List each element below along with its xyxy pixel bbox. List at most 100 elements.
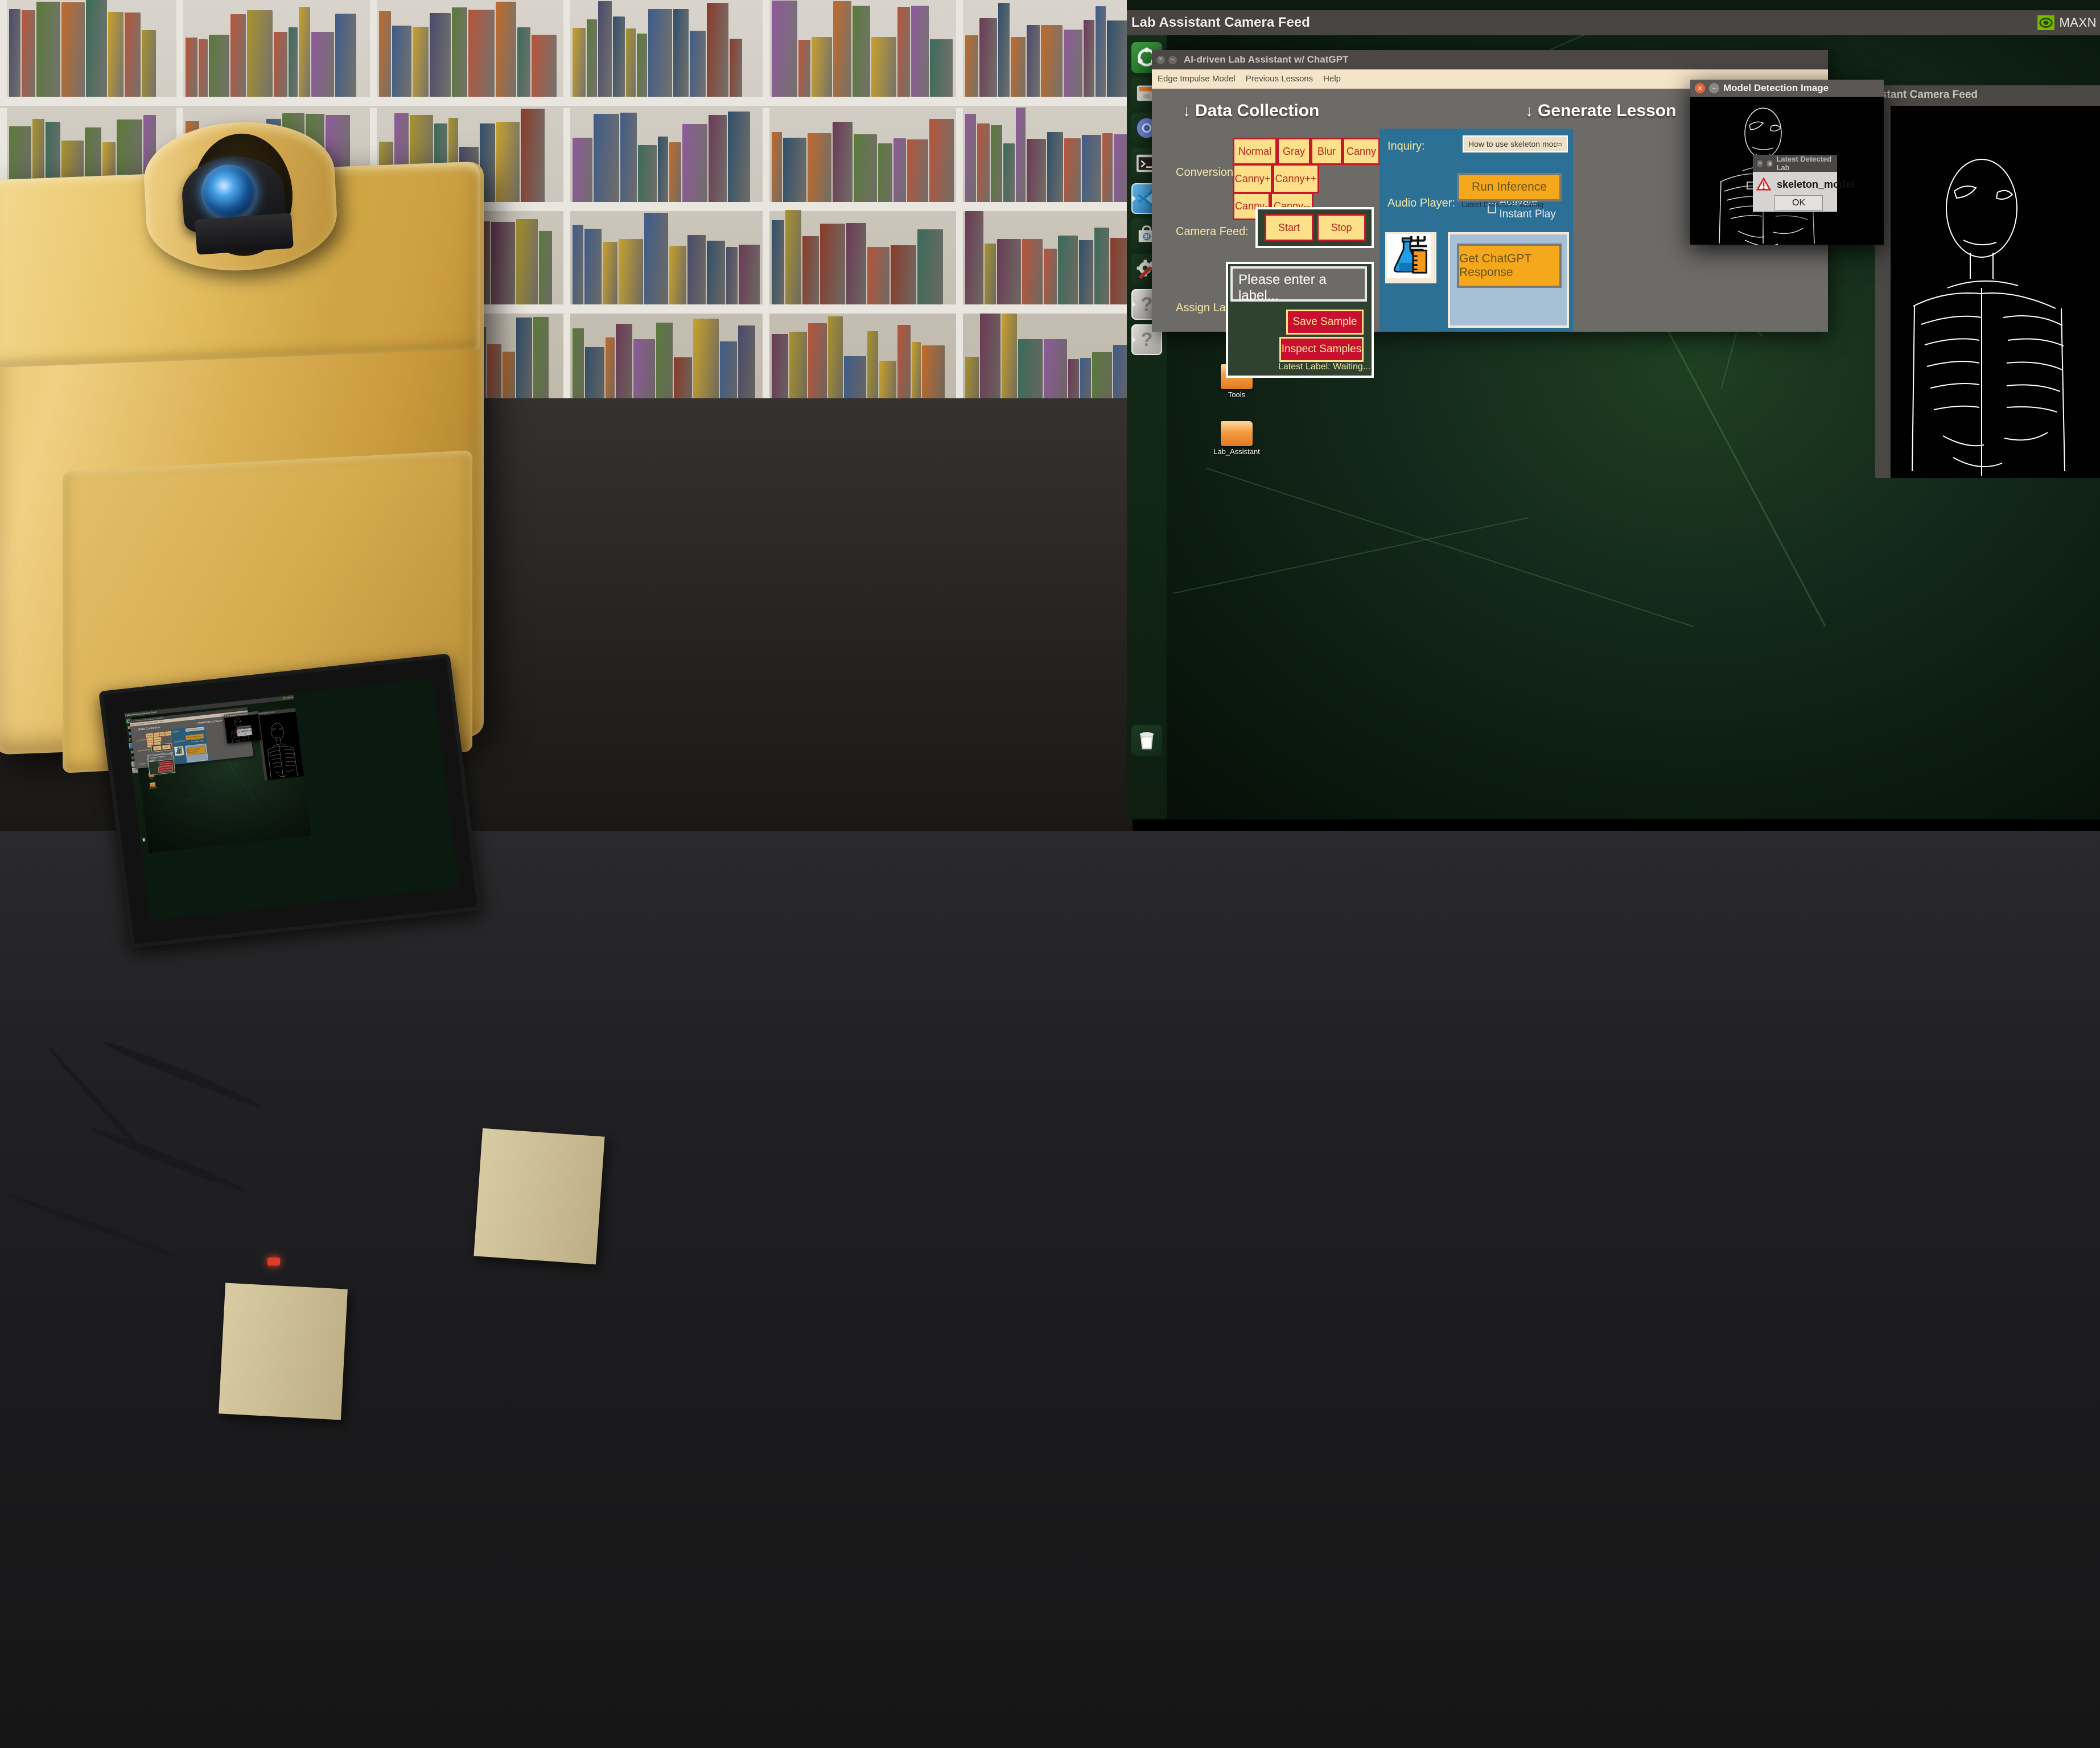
inquiry-dropdown[interactable]: How to use skeleton model in labs? ▭ [186,727,204,732]
generate-lesson-title: Generate Lesson [1538,101,1676,121]
get-chatgpt-response-button[interactable]: Get ChatGPT Response [1457,244,1562,288]
close-icon[interactable]: ✕ [237,727,238,728]
run-inference-button[interactable]: Run Inference [1457,173,1562,201]
menu-edge-impulse-model[interactable]: Edge Impulse Model [1158,74,1236,84]
data-collection-title: Data Collection [138,725,160,731]
latest-detected-lab-dialog[interactable]: ✕ ▣ Latest Detected Lab skeleton_model O… [236,725,252,736]
model-detection-titlebar[interactable]: ✕ – Model Detection Image [1690,80,1884,97]
lab-equipment-icon [174,746,184,756]
camera-start-button[interactable]: Start [1265,214,1313,241]
close-icon[interactable]: ✕ [1156,56,1165,64]
model-detection-title: Model Detection Image [1723,83,1829,94]
detected-model-name: skeleton_model [1777,179,1854,191]
device-led [267,1258,280,1265]
save-sample-button[interactable]: Save Sample [1286,310,1364,335]
conversions-row-1[interactable]: Normal Gray Blur Canny [1233,138,1380,165]
inquiry-label: Inquiry: [172,730,179,733]
camera-stop-button[interactable]: Stop [162,744,171,750]
device-screen-mirror: stant Camera Feed ? ? Tools Lab_Assistan… [124,678,459,921]
unity-top-panel[interactable]: Lab Assistant Camera Feed MAXN [1127,10,2100,35]
generate-lesson-title: Generate Lesson [198,719,223,725]
camera-feed-controls[interactable]: Start Stop [151,743,172,752]
menu-previous-lessons[interactable]: Previous Lessons [1246,74,1313,84]
lab-equipment-icon [1385,232,1436,283]
down-arrow-icon: ↓ [1183,102,1191,120]
camera-feed-label: Camera Feed: [1176,225,1249,238]
dialog-title: Latest Detected Lab [1776,155,1837,172]
maximize-icon[interactable]: ▣ [239,727,240,728]
skeleton-edge-svg [260,712,304,781]
webcam-lens [200,163,258,221]
skeleton-edge-svg [1891,106,2100,478]
lesson-actions-panel: Run Inference Latest Detection: Waiting … [1448,232,1569,328]
data-collection-title: Data Collection [1195,101,1319,121]
conversion-gray-button[interactable]: Gray [1277,138,1311,165]
window-title: AI-driven Lab Assistant w/ ChatGPT [1184,54,1348,65]
desktop-screenshot-overlay: stant Camera Feed ? ? Tools Lab_Assistan… [1127,0,2100,819]
camera-feed-controls[interactable]: Start Stop [1255,207,1374,248]
conversion-canny-plus-button[interactable]: Canny+ [1233,164,1273,193]
inquiry-label: Inquiry: [1387,140,1425,153]
background-camera-feed-window[interactable]: stant Camera Feed [256,708,304,780]
background-camera-feed-image [260,712,304,781]
nvidia-eye-icon [2037,15,2054,30]
ok-button[interactable]: OK [1774,195,1823,211]
device-touchscreen[interactable]: stant Camera Feed ? ? Tools Lab_Assistan… [124,678,459,921]
minimize-icon[interactable]: – [1709,83,1719,93]
chevron-down-icon: ▭ [1557,141,1562,148]
background-camera-feed-window[interactable]: stant Camera Feed [1875,85,2100,478]
generate-lesson-heading: ↓ Generate Lesson [1525,101,1676,121]
dialog-titlebar[interactable]: ✕ ▣ Latest Detected Lab [1753,155,1837,172]
trash-icon[interactable] [1131,725,1162,756]
close-icon[interactable]: ✕ [1757,160,1763,167]
latest-detected-lab-dialog[interactable]: ✕ ▣ Latest Detected Lab skeleton_model O… [1753,155,1837,212]
window-titlebar[interactable]: ✕ – AI-driven Lab Assistant w/ ChatGPT [1152,50,1828,69]
latest-detection-status: Latest Detection: Waiting [1461,200,1543,209]
folder-label: Tools [1212,391,1261,399]
camera-start-button[interactable]: Start [153,745,162,751]
down-arrow-icon: ↓ [136,728,138,732]
minimize-icon[interactable]: – [133,720,134,722]
warning-triangle-icon [1756,178,1771,194]
close-icon[interactable]: ✕ [1695,83,1705,93]
conversion-canny-button[interactable]: Canny [1343,138,1380,165]
inquiry-dropdown-value: How to use skeleton model in labs? [187,728,202,731]
data-collection-heading: ↓ Data Collection [136,725,160,731]
close-icon[interactable]: ✕ [225,715,227,717]
conversions-row-2[interactable]: Canny+ Canny++ [1233,164,1319,193]
label-input[interactable]: Please enter a label... [1230,266,1367,302]
webcam-base [195,213,294,255]
conversion-blur-button[interactable]: Blur [1311,138,1343,165]
conversion-normal-button[interactable]: Normal [1233,138,1277,165]
inspect-samples-button[interactable]: Inspect Samples [1279,337,1364,362]
audio-player-label: Audio Player: [1387,197,1455,210]
inquiry-dropdown[interactable]: How to use skeleton model in labs? ▭ [1463,135,1568,152]
lesson-actions-panel: Run Inference Latest Detection: Waiting … [185,744,208,762]
camera-feed-label: Camera Feed: [138,748,151,752]
device-stand-right [473,1128,604,1264]
desktop-folder-lab-assistant[interactable]: Lab_Assistant [1212,421,1261,456]
maximize-icon[interactable]: ▣ [1767,160,1773,167]
warning-triangle-icon [237,730,240,733]
camera-stop-button[interactable]: Stop [1317,214,1366,241]
desktop-folder-lab-assistant[interactable]: Lab_Assistant [148,782,157,789]
trash-icon[interactable] [141,837,147,843]
nvidia-eye-icon [283,697,286,700]
menu-help[interactable]: Help [160,720,163,723]
background-window-title: stant Camera Feed [1875,85,2100,101]
device-stand-left [219,1283,348,1420]
dialog-body: skeleton_model OK [1753,172,1837,212]
folder-label: Lab_Assistant [1212,448,1261,456]
nvidia-power-mode: MAXN [2059,15,2097,30]
generate-lesson-heading: ↓ Generate Lesson [196,719,223,725]
data-collection-heading: ↓ Data Collection [1183,101,1319,121]
menu-help[interactable]: Help [1323,74,1341,84]
conversion-canny-plusplus-button[interactable]: Canny++ [1273,164,1319,193]
audio-player-label: Audio Player: [174,740,186,743]
close-icon[interactable]: ✕ [130,720,132,722]
latest-label-status: Latest Label: Waiting... [1278,362,1370,372]
get-chatgpt-response-button[interactable]: Get ChatGPT Response [187,746,206,756]
generate-lesson-panel: Inquiry: How to use skeleton model in la… [1380,129,1573,332]
minimize-icon[interactable]: – [1168,56,1177,64]
minimize-icon[interactable]: – [227,715,229,716]
